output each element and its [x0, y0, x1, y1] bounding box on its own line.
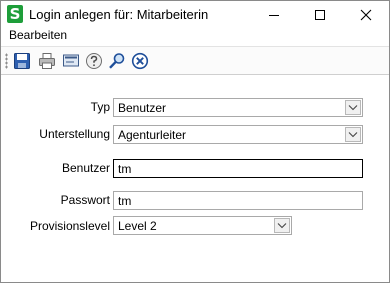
typ-dropdown-button[interactable] [345, 100, 361, 115]
print-button[interactable] [38, 52, 56, 70]
title-bar: S Login anlegen für: Mitarbeiterin [1, 1, 389, 29]
provisionslevel-label: Provisionslevel [29, 219, 110, 233]
cancel-button[interactable] [131, 52, 149, 70]
provisionslevel-selected-value: Level 2 [118, 219, 157, 233]
help-icon [86, 53, 102, 69]
toolbar-grip-icon[interactable] [5, 53, 8, 69]
menu-bar: Bearbeiten [1, 27, 389, 44]
provisionslevel-select[interactable]: Level 2 [113, 216, 292, 235]
chevron-down-icon [277, 223, 287, 229]
benutzer-label: Benutzer [61, 161, 110, 175]
passwort-label: Passwort [60, 193, 110, 207]
maximize-button[interactable] [297, 1, 343, 29]
chevron-down-icon [348, 132, 358, 138]
chevron-down-icon [348, 105, 358, 111]
passwort-input[interactable] [113, 191, 363, 210]
menu-bearbeiten[interactable]: Bearbeiten [9, 28, 67, 42]
provisionslevel-dropdown-button[interactable] [274, 218, 290, 233]
save-icon [14, 53, 30, 69]
save-button[interactable] [13, 52, 31, 70]
app-logo-icon: S [7, 5, 23, 23]
unterstellung-selected-value: Agenturleiter [118, 128, 187, 142]
print-icon [39, 53, 55, 69]
close-button[interactable] [343, 1, 389, 29]
minimize-button[interactable] [251, 1, 297, 29]
typ-select[interactable]: Benutzer [113, 98, 363, 117]
unterstellung-label: Unterstellung [39, 127, 110, 141]
typ-label: Typ [90, 100, 110, 114]
cancel-icon [131, 52, 149, 70]
benutzer-input[interactable] [113, 159, 363, 178]
screen-icon [63, 54, 79, 67]
toolbar [1, 46, 389, 75]
typ-selected-value: Benutzer [118, 101, 167, 115]
search-icon [109, 53, 125, 69]
search-button[interactable] [108, 52, 126, 70]
maximize-icon [315, 10, 325, 20]
login-dialog-window: S Login anlegen für: Mitarbeiterin Bearb… [0, 0, 390, 283]
screen-button[interactable] [62, 52, 80, 70]
unterstellung-select[interactable]: Agenturleiter [113, 125, 363, 144]
minimize-icon [269, 14, 279, 16]
close-icon [360, 9, 372, 21]
window-title: Login anlegen für: Mitarbeiterin [29, 7, 209, 22]
help-button[interactable] [85, 52, 103, 70]
unterstellung-dropdown-button[interactable] [345, 127, 361, 142]
